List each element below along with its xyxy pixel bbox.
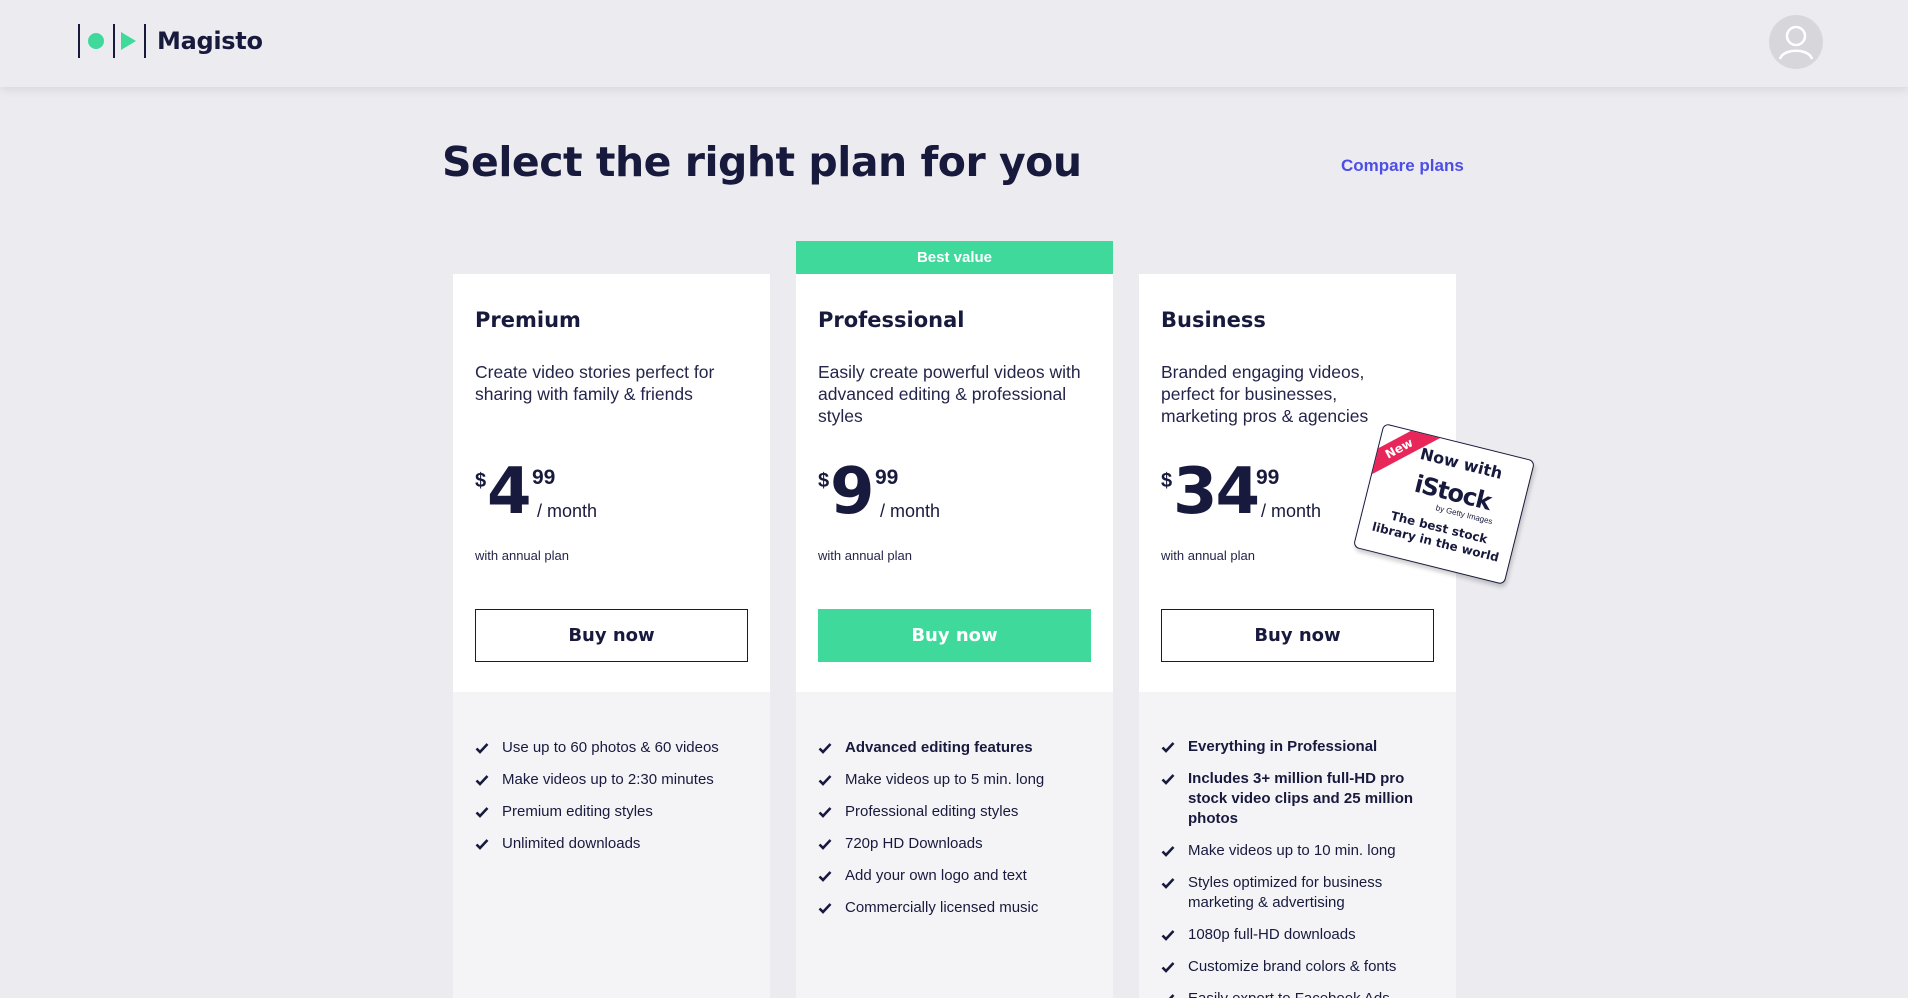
brand-name: Magisto [157,27,263,55]
feature-text: Advanced editing features [845,739,1033,756]
logo-play-icon [121,32,136,50]
feature-text: Customize brand colors & fonts [1188,958,1397,975]
check-icon [1161,846,1175,857]
check-icon [475,807,489,818]
feature-item: Make videos up to 2:30 minutes [475,770,755,790]
feature-text: Make videos up to 5 min. long [845,771,1045,788]
feature-text: Includes 3+ million full-HD pro stock vi… [1188,770,1414,827]
check-icon [1161,774,1175,785]
feature-list: Advanced editing features Make videos up… [818,738,1098,930]
plan-card-business: Business Branded engaging videos, perfec… [1139,274,1456,998]
feature-item: Premium editing styles [475,802,755,822]
buy-now-button-business[interactable]: Buy now [1161,609,1434,662]
check-icon [818,871,832,882]
logo-dot-icon [88,33,104,49]
check-icon [1161,930,1175,941]
feature-item: Easily export to Facebook Ads Manager [1161,989,1441,998]
feature-text: Use up to 60 photos & 60 videos [502,739,719,756]
feature-text: Commercially licensed music [845,899,1039,916]
feature-item: Make videos up to 10 min. long [1161,841,1441,861]
feature-text: Add your own logo and text [845,867,1027,884]
user-silhouette-icon [1770,16,1822,68]
plan-card-header: Professional Easily create powerful vide… [796,274,1113,692]
feature-item: Advanced editing features [818,738,1098,758]
check-icon [818,807,832,818]
feature-text: Styles optimized for business marketing … [1188,874,1383,911]
price-currency: $ [818,470,830,492]
feature-text: 1080p full-HD downloads [1188,926,1356,943]
plan-description: Branded engaging videos, perfect for bus… [1161,362,1369,426]
compare-plans-link[interactable]: Compare plans [1341,156,1464,176]
top-navigation-bar: Magisto [0,0,1908,87]
check-icon [818,839,832,850]
check-icon [1161,962,1175,973]
feature-item: Add your own logo and text [818,866,1098,886]
feature-item: 1080p full-HD downloads [1161,925,1441,945]
check-icon [475,839,489,850]
logo-bar-left [78,24,80,58]
feature-item: Customize brand colors & fonts [1161,957,1441,977]
plan-name: Business [1161,308,1266,332]
plan-name: Premium [475,308,581,332]
feature-text: Easily export to Facebook Ads Manager [1188,990,1390,998]
best-value-badge: Best value [796,241,1113,274]
billing-note: with annual plan [818,548,912,563]
feature-text: Professional editing styles [845,803,1019,820]
feature-text: Make videos up to 2:30 minutes [502,771,714,788]
price-currency: $ [475,470,487,492]
check-icon [1168,994,1175,998]
buy-now-button-professional[interactable]: Buy now [818,609,1091,662]
feature-item: Commercially licensed music [818,898,1098,918]
check-icon [1161,878,1175,889]
billing-note: with annual plan [1161,548,1255,563]
feature-list: Everything in Professional Includes 3+ m… [1161,737,1441,998]
feature-item: Use up to 60 photos & 60 videos [475,738,755,758]
plan-name: Professional [818,308,965,332]
feature-text: Make videos up to 10 min. long [1188,842,1396,859]
feature-item: Includes 3+ million full-HD pro stock vi… [1161,769,1441,829]
plan-description: Easily create powerful videos with advan… [818,362,1081,426]
check-icon [818,775,832,786]
plan-card-professional: Professional Easily create powerful vide… [796,274,1113,998]
feature-list: Use up to 60 photos & 60 videos Make vid… [475,738,755,866]
feature-item: Professional editing styles [818,802,1098,822]
feature-item: Make videos up to 5 min. long [818,770,1098,790]
magisto-logo[interactable]: Magisto [78,22,263,60]
page-title: Select the right plan for you [442,138,1082,186]
billing-note: with annual plan [475,548,569,563]
price-cents: 99 [532,466,556,489]
price-period: / month [880,501,941,521]
check-icon [475,743,489,754]
user-avatar-button[interactable] [1769,15,1823,69]
feature-text: 720p HD Downloads [845,835,983,852]
feature-text: Premium editing styles [502,803,653,820]
check-icon [1161,742,1175,753]
plan-description: Create video stories perfect for sharing… [475,362,715,404]
logo-bar-middle [113,24,115,58]
feature-item: Everything in Professional [1161,737,1441,757]
plan-card-premium: Premium Create video stories perfect for… [453,274,770,998]
plan-card-header: Premium Create video stories perfect for… [453,274,770,692]
feature-text: Everything in Professional [1188,738,1378,755]
price-cents: 99 [875,466,899,489]
price-period: / month [1261,501,1322,521]
logo-bar-right [144,24,146,58]
buy-now-button-premium[interactable]: Buy now [475,609,748,662]
price-currency: $ [1161,470,1173,492]
feature-item: Styles optimized for business marketing … [1161,873,1441,913]
feature-text: Unlimited downloads [502,835,641,852]
price-period: / month [537,501,598,521]
feature-item: 720p HD Downloads [818,834,1098,854]
price-integer: 9 [830,455,875,529]
feature-item: Unlimited downloads [475,834,755,854]
check-icon [818,743,832,754]
price-cents: 99 [1256,466,1280,489]
check-icon [818,903,832,914]
price-integer: 34 [1173,455,1260,529]
price-integer: 4 [487,455,532,529]
check-icon [475,775,489,786]
